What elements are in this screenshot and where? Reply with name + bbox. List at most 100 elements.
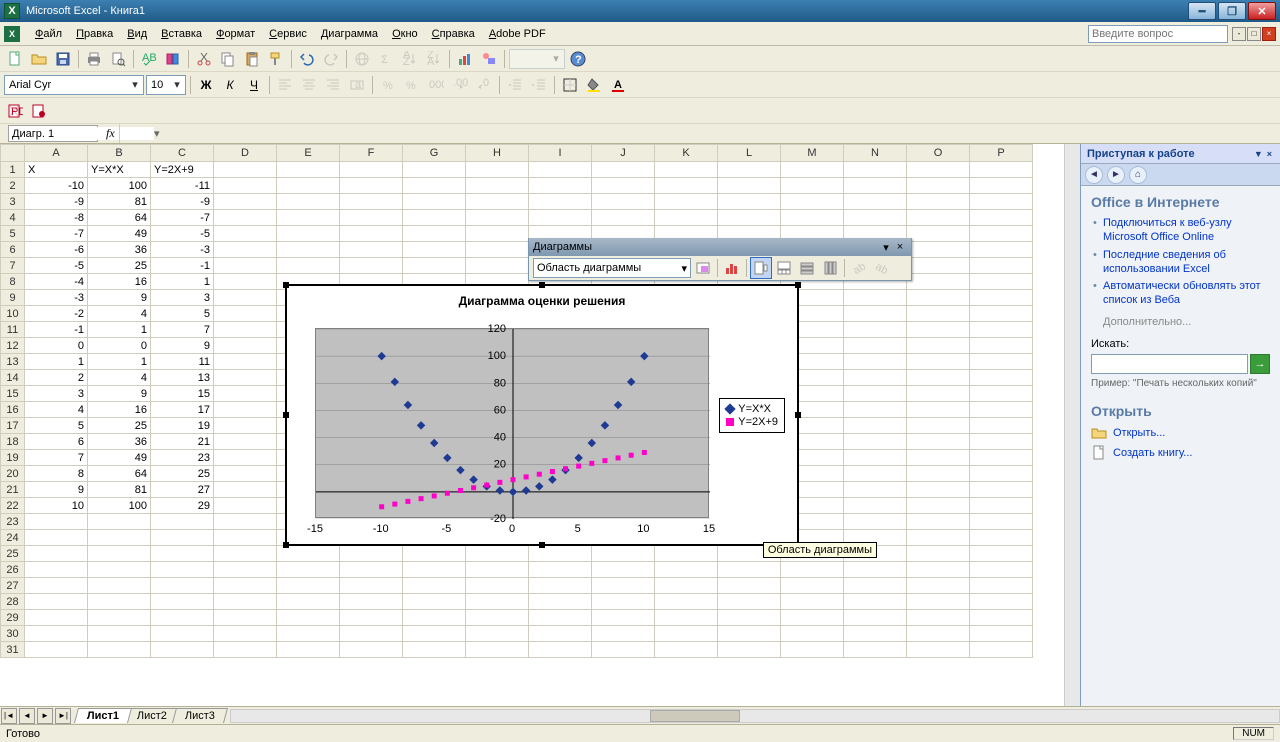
- cell-B15[interactable]: 9: [88, 386, 151, 402]
- cell-H3[interactable]: [466, 194, 529, 210]
- cell-B17[interactable]: 25: [88, 418, 151, 434]
- cell-O20[interactable]: [907, 466, 970, 482]
- row-header-26[interactable]: 26: [1, 562, 25, 578]
- help-search-input[interactable]: [1088, 25, 1228, 43]
- align-left-icon[interactable]: [274, 74, 296, 96]
- cell-P23[interactable]: [970, 514, 1033, 530]
- cell-M29[interactable]: [781, 610, 844, 626]
- cell-I26[interactable]: [529, 562, 592, 578]
- cell-P29[interactable]: [970, 610, 1033, 626]
- cell-P1[interactable]: [970, 162, 1033, 178]
- cell-G2[interactable]: [403, 178, 466, 194]
- cell-C15[interactable]: 15: [151, 386, 214, 402]
- cell-A3[interactable]: -9: [25, 194, 88, 210]
- cell-O17[interactable]: [907, 418, 970, 434]
- cell-A25[interactable]: [25, 546, 88, 562]
- format-selection-icon[interactable]: [692, 257, 714, 279]
- cell-A2[interactable]: -10: [25, 178, 88, 194]
- cell-D11[interactable]: [214, 322, 277, 338]
- minimize-button[interactable]: ━: [1188, 2, 1216, 20]
- merge-center-icon[interactable]: a: [346, 74, 368, 96]
- cell-P17[interactable]: [970, 418, 1033, 434]
- cell-C16[interactable]: 17: [151, 402, 214, 418]
- cell-H5[interactable]: [466, 226, 529, 242]
- cell-P10[interactable]: [970, 306, 1033, 322]
- cell-O18[interactable]: [907, 434, 970, 450]
- cell-B10[interactable]: 4: [88, 306, 151, 322]
- cell-D25[interactable]: [214, 546, 277, 562]
- cell-D5[interactable]: [214, 226, 277, 242]
- cell-C12[interactable]: 9: [151, 338, 214, 354]
- font-size-dropdown[interactable]: 10▾: [146, 75, 186, 95]
- cell-F30[interactable]: [340, 626, 403, 642]
- cell-A9[interactable]: -3: [25, 290, 88, 306]
- cell-P14[interactable]: [970, 370, 1033, 386]
- cell-O10[interactable]: [907, 306, 970, 322]
- row-header-18[interactable]: 18: [1, 434, 25, 450]
- cell-N28[interactable]: [844, 594, 907, 610]
- cell-A10[interactable]: -2: [25, 306, 88, 322]
- cell-D30[interactable]: [214, 626, 277, 642]
- spelling-icon[interactable]: ABC: [138, 48, 160, 70]
- cell-E3[interactable]: [277, 194, 340, 210]
- cell-J1[interactable]: [592, 162, 655, 178]
- tab-first-icon[interactable]: |◄: [1, 708, 17, 724]
- mdi-restore-button[interactable]: □: [1247, 27, 1261, 41]
- cell-A20[interactable]: 8: [25, 466, 88, 482]
- row-header-21[interactable]: 21: [1, 482, 25, 498]
- cell-H2[interactable]: [466, 178, 529, 194]
- pdf-icon-2[interactable]: [28, 100, 50, 122]
- copy-icon[interactable]: [217, 48, 239, 70]
- cell-O28[interactable]: [907, 594, 970, 610]
- decrease-decimal-icon[interactable]: .0: [473, 74, 495, 96]
- cell-G25[interactable]: [403, 546, 466, 562]
- zoom-dropdown[interactable]: ▾: [509, 49, 565, 69]
- cell-B28[interactable]: [88, 594, 151, 610]
- cell-O5[interactable]: [907, 226, 970, 242]
- cell-M4[interactable]: [781, 210, 844, 226]
- cell-K31[interactable]: [655, 642, 718, 658]
- cell-I3[interactable]: [529, 194, 592, 210]
- tp-link-0[interactable]: Подключиться к веб-узлу Microsoft Office…: [1091, 216, 1270, 245]
- cell-D7[interactable]: [214, 258, 277, 274]
- col-header-E[interactable]: E: [277, 145, 340, 162]
- cell-O1[interactable]: [907, 162, 970, 178]
- cell-O12[interactable]: [907, 338, 970, 354]
- cell-D14[interactable]: [214, 370, 277, 386]
- cell-D29[interactable]: [214, 610, 277, 626]
- task-pane-header[interactable]: Приступая к работе ▼ ×: [1081, 144, 1280, 164]
- cell-B23[interactable]: [88, 514, 151, 530]
- cell-C31[interactable]: [151, 642, 214, 658]
- cell-B7[interactable]: 25: [88, 258, 151, 274]
- chart-type-icon[interactable]: [721, 257, 743, 279]
- cell-O31[interactable]: [907, 642, 970, 658]
- cell-C13[interactable]: 11: [151, 354, 214, 370]
- cell-A22[interactable]: 10: [25, 498, 88, 514]
- row-header-28[interactable]: 28: [1, 594, 25, 610]
- menu-сервис[interactable]: Сервис: [262, 25, 314, 43]
- cell-P25[interactable]: [970, 546, 1033, 562]
- cell-A4[interactable]: -8: [25, 210, 88, 226]
- cell-F4[interactable]: [340, 210, 403, 226]
- currency-icon[interactable]: %: [377, 74, 399, 96]
- name-box[interactable]: ▾: [8, 125, 98, 142]
- cell-N12[interactable]: [844, 338, 907, 354]
- cell-C30[interactable]: [151, 626, 214, 642]
- open-icon[interactable]: [28, 48, 50, 70]
- cell-B29[interactable]: [88, 610, 151, 626]
- cell-A5[interactable]: -7: [25, 226, 88, 242]
- cell-P5[interactable]: [970, 226, 1033, 242]
- cell-L29[interactable]: [718, 610, 781, 626]
- cell-B8[interactable]: 16: [88, 274, 151, 290]
- cell-B14[interactable]: 4: [88, 370, 151, 386]
- cell-O13[interactable]: [907, 354, 970, 370]
- cell-I30[interactable]: [529, 626, 592, 642]
- row-header-11[interactable]: 11: [1, 322, 25, 338]
- cell-P28[interactable]: [970, 594, 1033, 610]
- cell-N13[interactable]: [844, 354, 907, 370]
- cell-A26[interactable]: [25, 562, 88, 578]
- cell-N23[interactable]: [844, 514, 907, 530]
- italic-icon[interactable]: К: [219, 74, 241, 96]
- cell-P20[interactable]: [970, 466, 1033, 482]
- cell-K30[interactable]: [655, 626, 718, 642]
